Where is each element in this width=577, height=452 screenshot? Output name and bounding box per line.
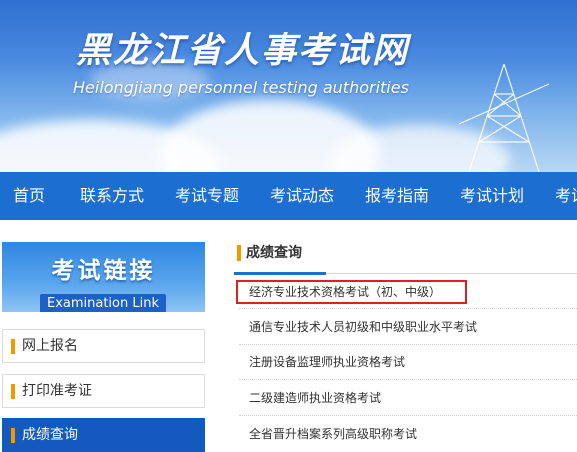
section-title: 成绩查询	[246, 245, 302, 261]
nav-item-exam-plan[interactable]: 考试计划	[460, 172, 524, 220]
divider	[239, 344, 577, 345]
exam-link-equipment-supervisor[interactable]: 注册设备监理师执业资格考试	[249, 352, 405, 372]
divider	[239, 415, 577, 416]
site-title: 黑龙江省人事考试网	[76, 31, 410, 71]
orange-marker	[11, 384, 15, 399]
site-subtitle: Heilongjiang personnel testing authoriti…	[73, 78, 409, 97]
sidebar-item-print-admission-ticket[interactable]: 打印准考证	[2, 374, 205, 408]
nav-item-home[interactable]: 首页	[13, 172, 45, 220]
exam-link-title: 考试链接	[51, 258, 156, 284]
header-banner: 黑龙江省人事考试网 Heilongjiang personnel testing…	[0, 0, 577, 172]
exam-link-economics[interactable]: 经济专业技术资格考试（初、中级）	[249, 282, 441, 302]
exam-link-archives[interactable]: 全省晋升档案系列高级职称考试	[249, 424, 417, 444]
orange-marker	[11, 428, 15, 443]
tower-icon	[459, 64, 549, 172]
nav-item-contact[interactable]: 联系方式	[80, 172, 144, 220]
exam-link-constructor[interactable]: 二级建造师执业资格考试	[249, 388, 381, 408]
divider	[239, 308, 577, 309]
sidebar-item-label: 网上报名	[22, 338, 78, 354]
main-nav: 首页 联系方式 考试专题 考试动态 报考指南 考试计划 考试	[0, 172, 577, 220]
exam-link-banner: 考试链接 Examination Link	[2, 242, 205, 312]
sidebar-item-score-query[interactable]: 成绩查询	[2, 418, 205, 452]
section-header: 成绩查询	[234, 238, 577, 275]
sidebar-item-label: 打印准考证	[22, 383, 92, 399]
nav-item-application-guide[interactable]: 报考指南	[365, 172, 429, 220]
exam-link-telecom[interactable]: 通信专业技术人员初级和中级职业水平考试	[249, 317, 477, 337]
orange-marker	[237, 245, 241, 261]
nav-item-exam[interactable]: 考试	[555, 172, 577, 220]
sidebar-item-online-registration[interactable]: 网上报名	[2, 329, 205, 363]
divider	[239, 379, 577, 380]
sidebar-item-label: 成绩查询	[22, 427, 78, 443]
orange-marker	[11, 339, 15, 354]
nav-item-exam-topics[interactable]: 考试专题	[175, 172, 239, 220]
exam-link-subtitle: Examination Link	[40, 294, 166, 312]
nav-item-exam-news[interactable]: 考试动态	[270, 172, 334, 220]
section-underline	[234, 272, 326, 275]
